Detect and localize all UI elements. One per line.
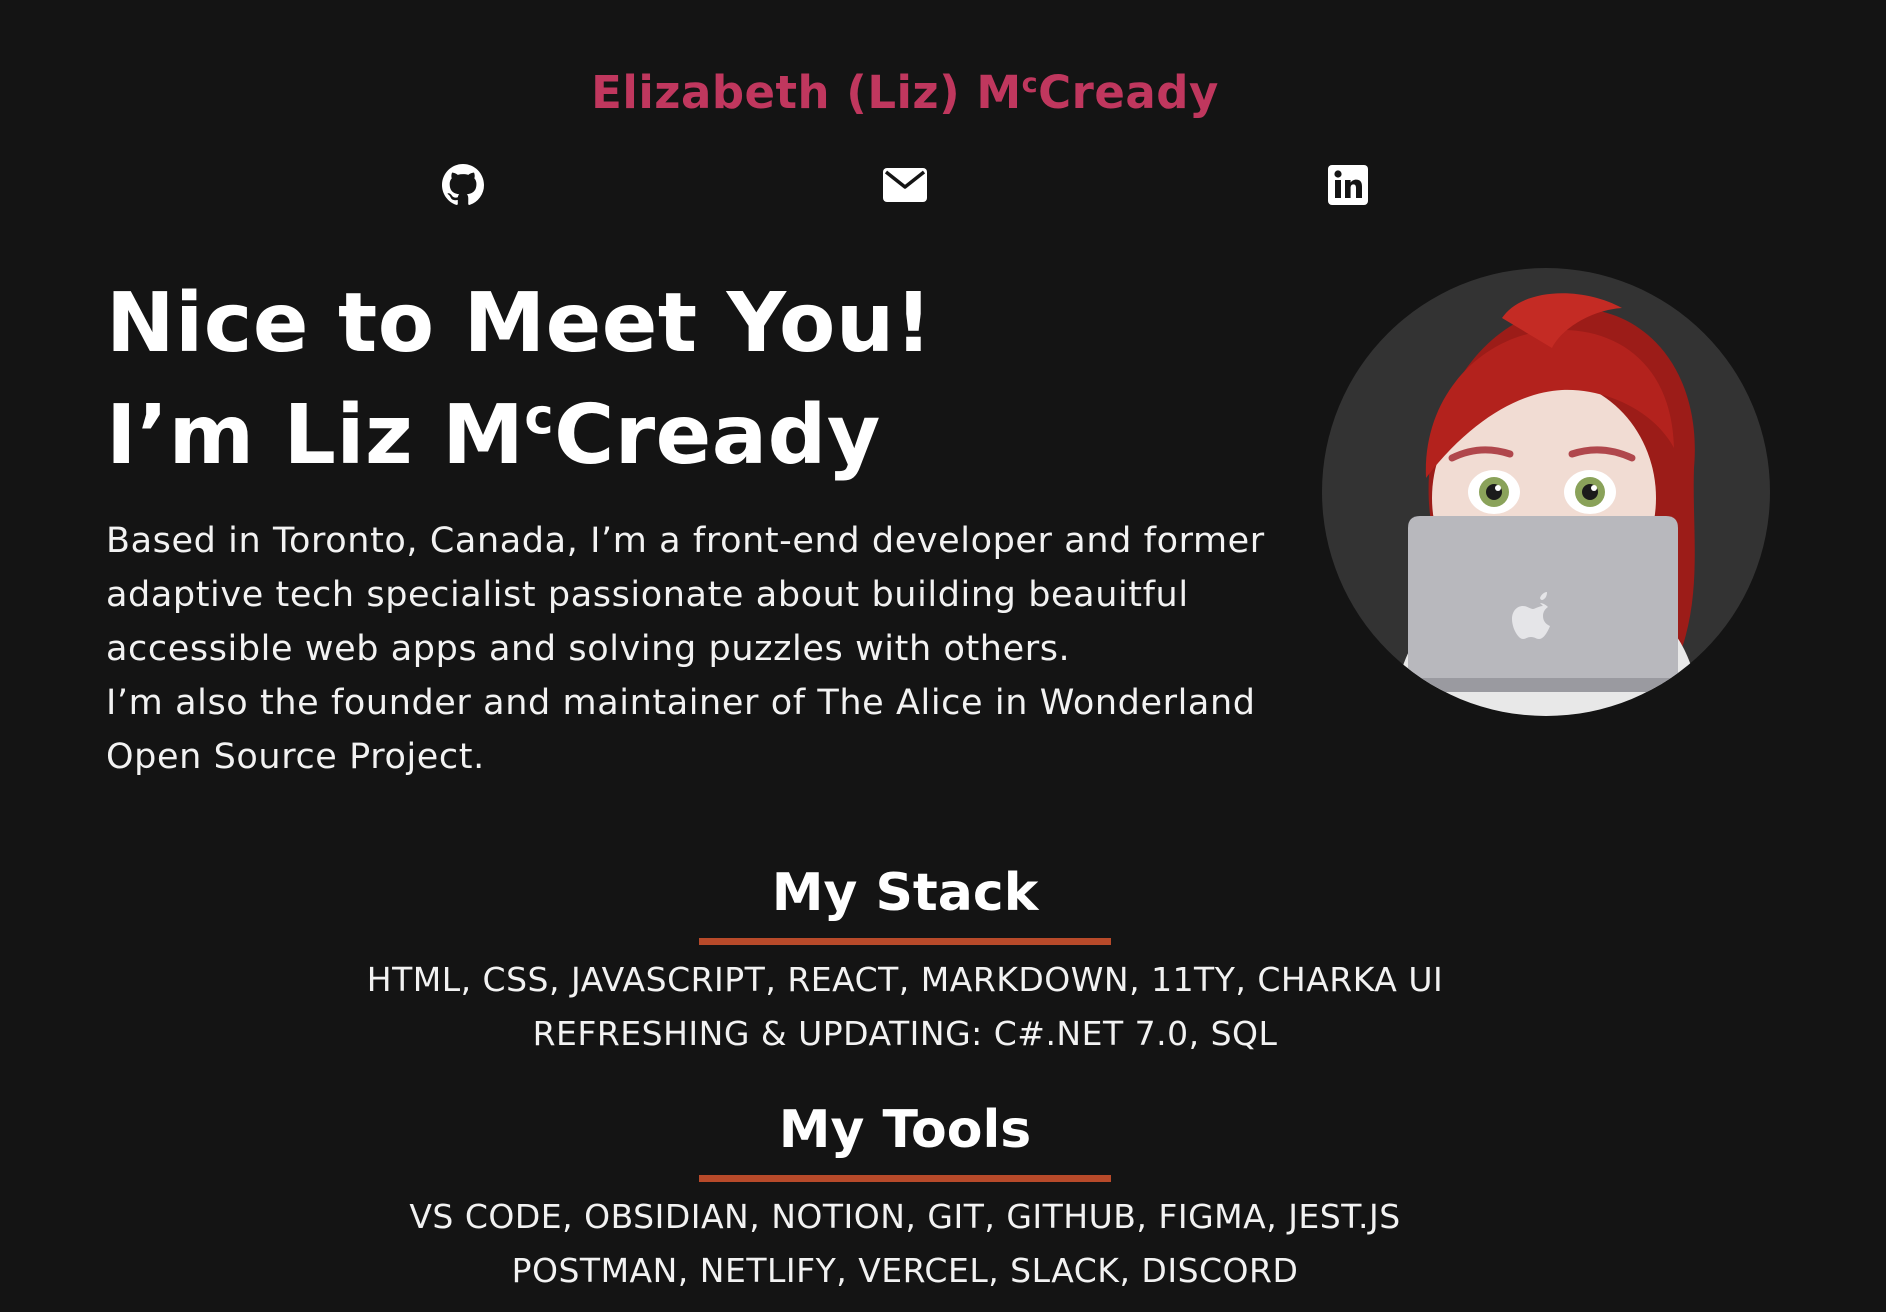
tools-heading: My Tools <box>778 1100 1032 1160</box>
tools-section: My Tools VS CODE, OBSIDIAN, NOTION, GIT,… <box>0 1097 1810 1298</box>
stack-divider <box>699 938 1111 945</box>
linkedin-link[interactable] <box>1323 160 1373 210</box>
hero-section: Nice to Meet You! I’m Liz McCready Based… <box>106 268 1346 784</box>
hero-name-end: Cready <box>554 388 881 483</box>
stack-list: HTML, CSS, JAVASCRIPT, REACT, MARKDOWN, … <box>0 953 1810 1061</box>
tools-line-1: VS CODE, OBSIDIAN, NOTION, GIT, GITHUB, … <box>409 1197 1401 1236</box>
hero-name-superscript: c <box>524 387 555 446</box>
site-name-text: Elizabeth (Liz) M <box>591 66 1022 119</box>
page: Elizabeth (Liz) McCready Nice to Meet Yo… <box>0 0 1886 1312</box>
bio: Based in Toronto, Canada, I’m a front-en… <box>106 514 1346 784</box>
site-name-superscript: c <box>1021 67 1039 99</box>
avatar <box>1322 268 1770 716</box>
social-links <box>0 160 1886 210</box>
github-icon <box>442 164 484 205</box>
email-link[interactable] <box>880 160 930 210</box>
tools-list: VS CODE, OBSIDIAN, NOTION, GIT, GITHUB, … <box>0 1190 1810 1298</box>
hero-name-start: I’m Liz M <box>106 388 525 483</box>
linkedin-icon <box>1328 165 1368 205</box>
site-name-link[interactable]: Elizabeth (Liz) McCready <box>0 66 1810 119</box>
site-name-text-end: Cready <box>1038 66 1219 119</box>
tools-line-2: POSTMAN, NETLIFY, VERCEL, SLACK, DISCORD <box>511 1251 1299 1290</box>
stack-line-2: REFRESHING & UPDATING: C#.NET 7.0, SQL <box>532 1014 1278 1053</box>
mail-icon <box>883 168 927 202</box>
bio-paragraph-2: I’m also the founder and maintainer of T… <box>106 683 1256 777</box>
hero-heading: Nice to Meet You! I’m Liz McCready <box>106 268 1346 492</box>
stack-heading: My Stack <box>771 863 1039 923</box>
memoji-avatar-illustration <box>1392 293 1702 716</box>
hero-heading-line-2: I’m Liz McCready <box>106 380 1346 492</box>
tools-divider <box>699 1175 1111 1182</box>
hero-heading-line-1: Nice to Meet You! <box>106 276 933 371</box>
stack-line-1: HTML, CSS, JAVASCRIPT, REACT, MARKDOWN, … <box>366 960 1444 999</box>
github-link[interactable] <box>438 160 488 210</box>
bio-paragraph-1: Based in Toronto, Canada, I’m a front-en… <box>106 521 1265 669</box>
stack-section: My Stack HTML, CSS, JAVASCRIPT, REACT, M… <box>0 860 1810 1061</box>
